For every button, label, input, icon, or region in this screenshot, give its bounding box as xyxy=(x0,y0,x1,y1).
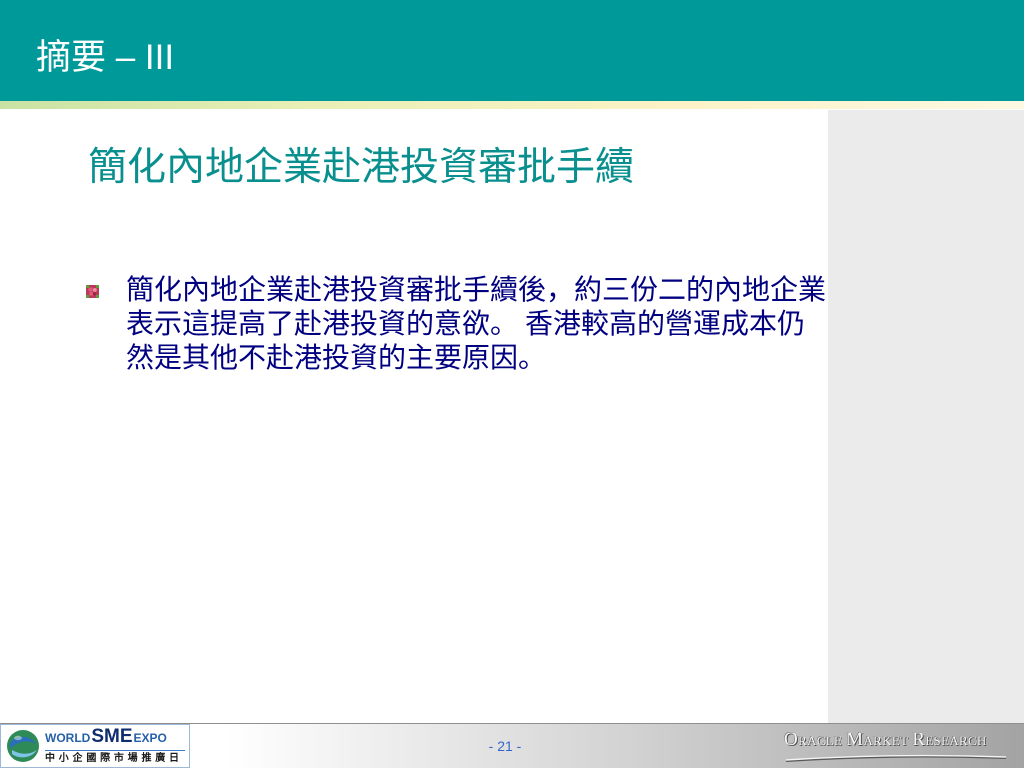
oracle-market-research-logo: ORACLE MARKET RESEARCH xyxy=(784,729,1016,765)
logo-word: MARKET xyxy=(846,729,909,750)
logo-world-text: WORLD xyxy=(45,731,91,745)
bullet-square-icon xyxy=(86,285,99,298)
bullet-line-2: 表示這提高了赴港投資的意欲。 香港較高的營運成本仍 xyxy=(126,309,806,340)
logo-chinese-text: 中 小 企 國 際 市 場 推 廣 日 xyxy=(45,753,180,764)
page-number: - 21 - xyxy=(488,738,522,754)
logo-word: RESEARCH xyxy=(912,729,987,750)
accent-stripe xyxy=(0,101,1024,109)
globe-icon xyxy=(5,728,41,764)
logo-swoosh xyxy=(785,754,1007,762)
logo-divider xyxy=(45,750,185,751)
logo-wordmark: WORLDSMEEXPO xyxy=(45,726,167,749)
slide-title: 摘要 – III xyxy=(36,38,175,77)
footer-bar: WORLDSMEEXPO 中 小 企 國 際 市 場 推 廣 日 - 21 - … xyxy=(0,723,1024,768)
logo-word: ORACLE xyxy=(784,729,843,750)
bullet-line-3: 然是其他不赴港投資的主要原因。 xyxy=(126,343,547,374)
side-panel xyxy=(828,110,1024,723)
title-bar: 摘要 – III xyxy=(0,0,1024,101)
world-sme-expo-logo: WORLDSMEEXPO 中 小 企 國 際 市 場 推 廣 日 xyxy=(0,724,190,768)
bullet-line-1: 簡化內地企業赴港投資審批手續後，約三份二的內地企業 xyxy=(126,275,827,306)
bullet-paragraph: 簡化內地企業赴港投資審批手續後，約三份二的內地企業 表示這提高了赴港投資的意欲。… xyxy=(126,274,826,376)
logo-sme-text: SME xyxy=(91,726,133,747)
logo-expo-text: EXPO xyxy=(133,731,167,745)
slide-subtitle: 簡化內地企業赴港投資審批手續 xyxy=(88,146,635,189)
